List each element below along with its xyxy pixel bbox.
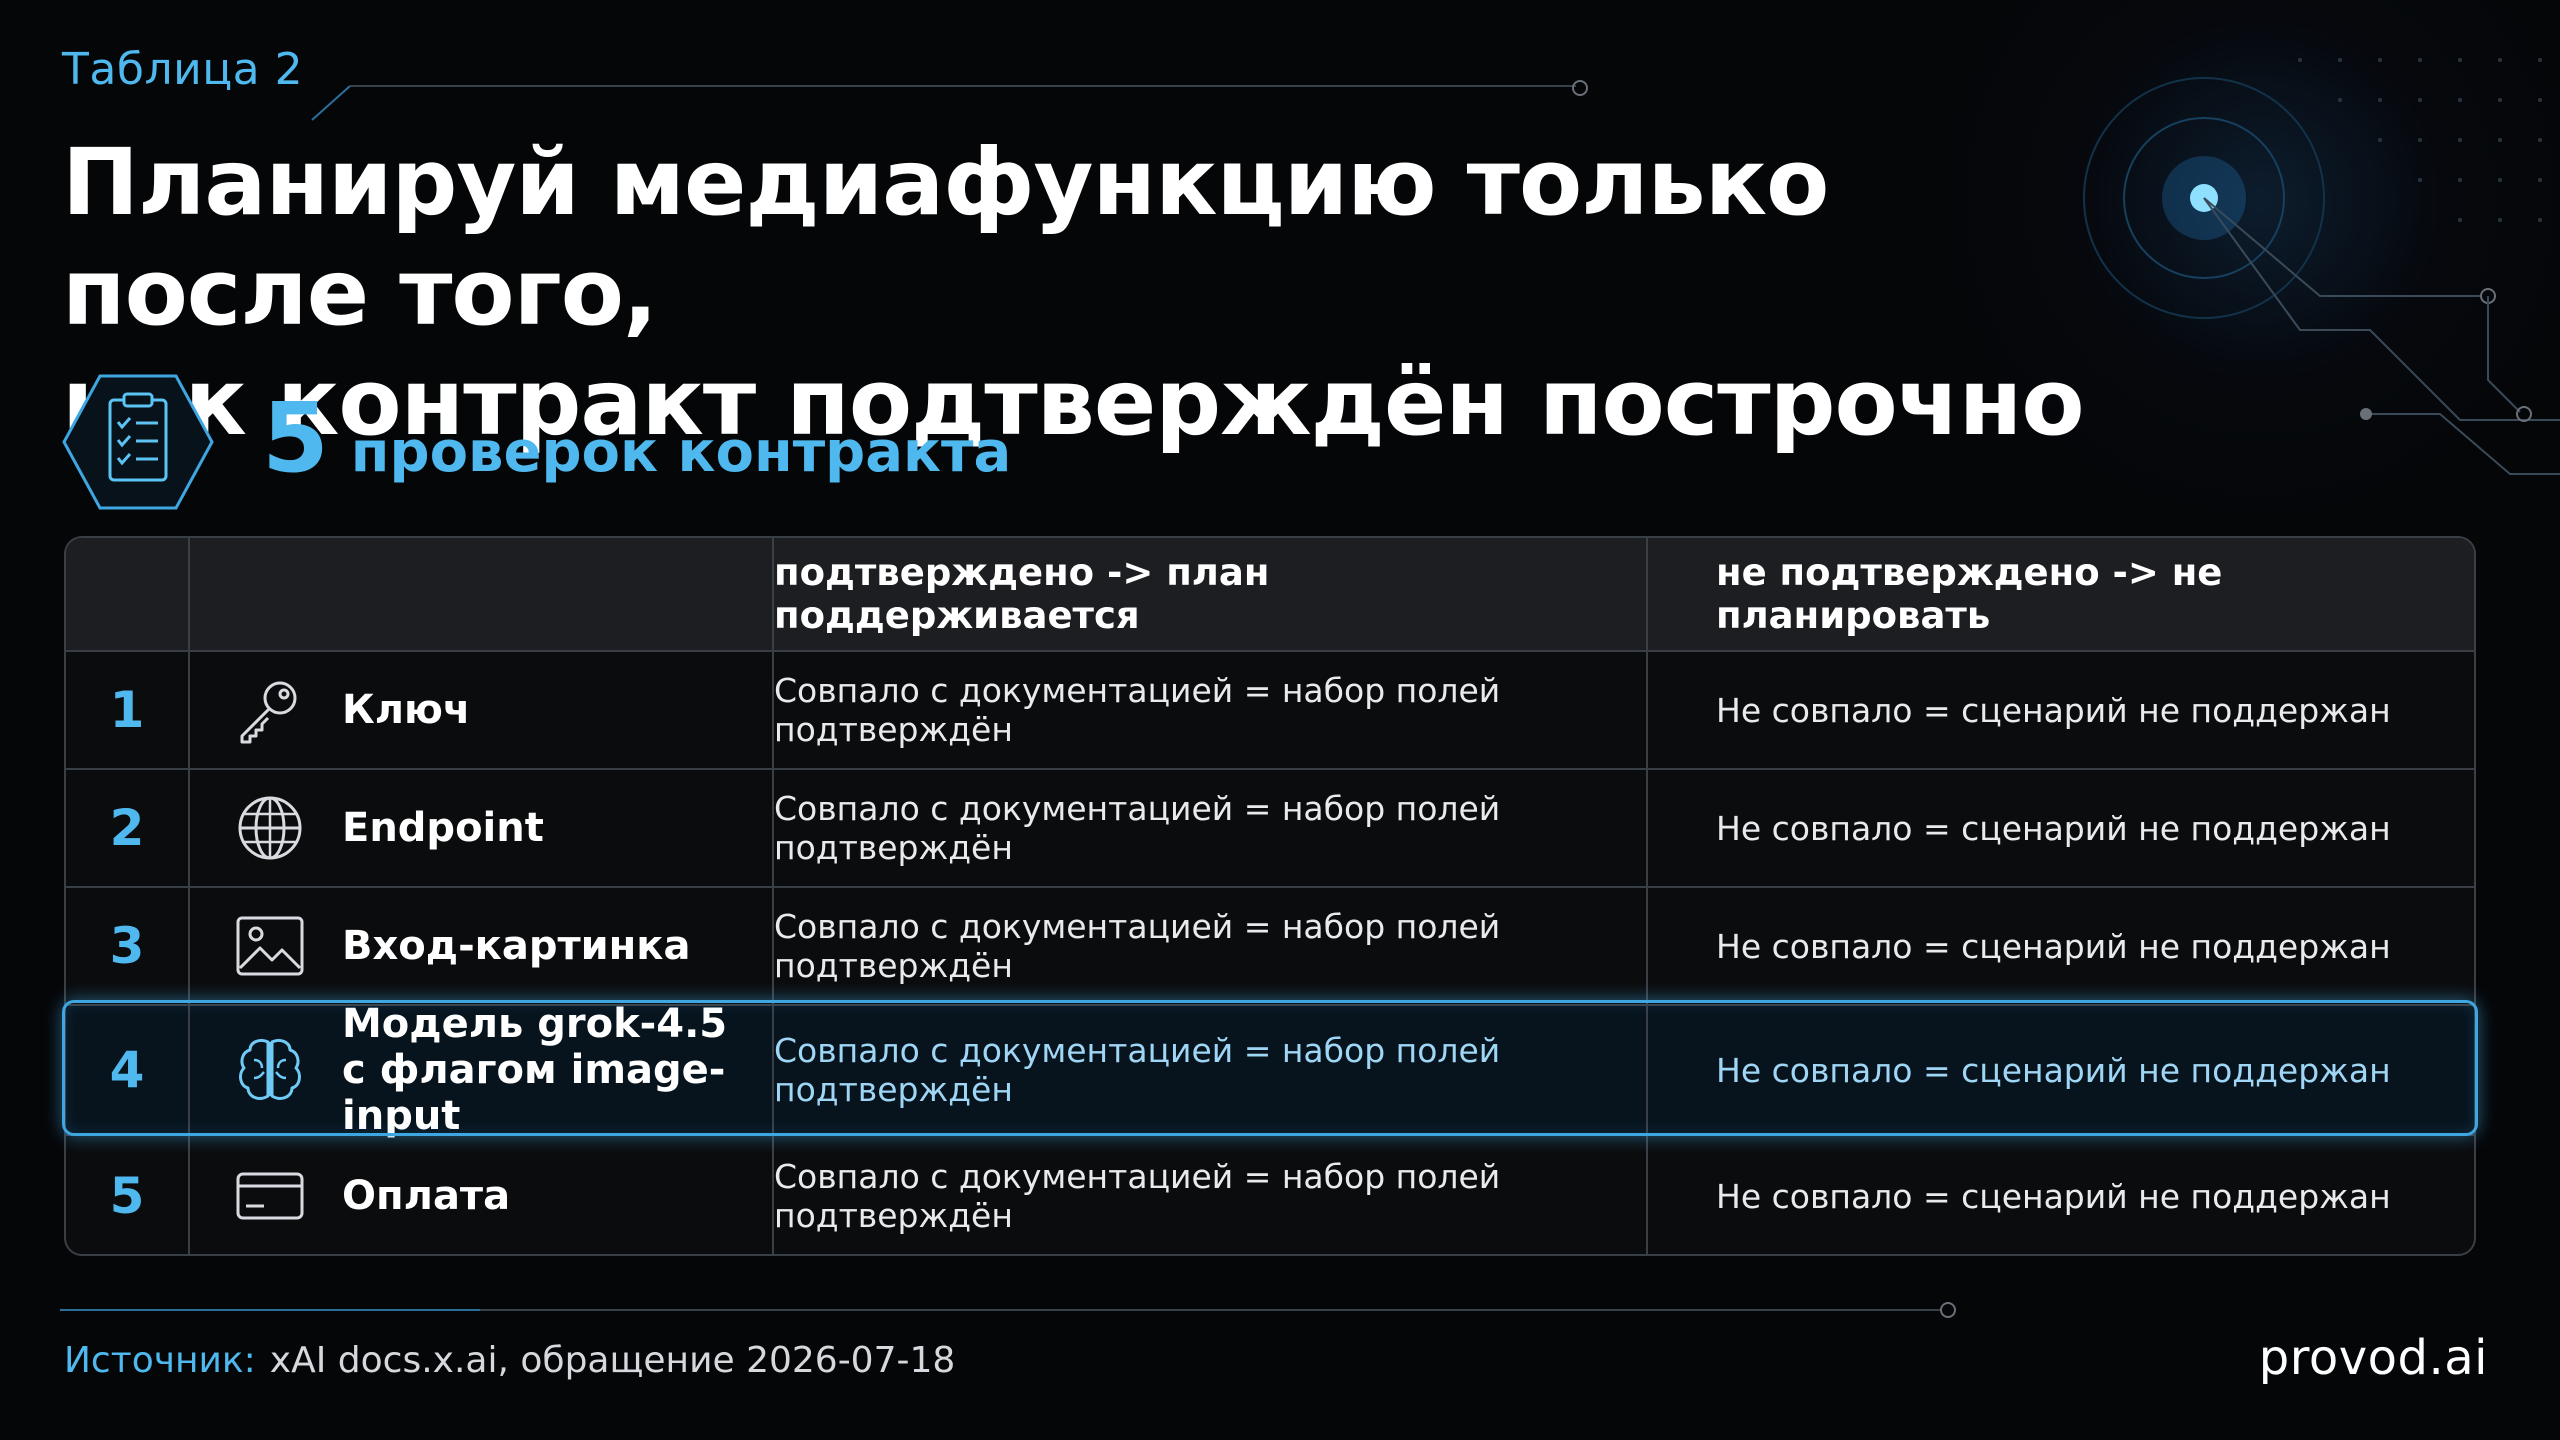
table-row-highlighted: 4 Модель grok-4.5 с флагом image-input С… [66, 1001, 2474, 1139]
header-cell-not-confirmed: не подтверждено -> не планировать [1648, 538, 2474, 650]
brand-logo: provod.ai [2258, 1330, 2488, 1386]
header-cell-confirmed: подтверждено -> план поддерживается [774, 538, 1648, 650]
key-icon [240, 681, 297, 744]
table-row: 3 Вход-картинка Совпало с документацией … [66, 886, 2474, 1004]
row-number: 1 [109, 681, 145, 739]
contract-table: подтверждено -> план поддерживается не п… [62, 536, 2478, 1256]
row-confirmed-text: Совпало с документацией = набор полей по… [774, 1031, 1501, 1109]
header-cell-num [66, 538, 190, 650]
table-label: Таблица 2 [62, 44, 304, 95]
row-number: 4 [109, 1041, 145, 1099]
table-row: 2 Endpoint Совпало с документацией = наб… [66, 768, 2474, 886]
image-icon [236, 916, 304, 976]
row-confirmed-text: Совпало с документацией = набор полей по… [774, 789, 1501, 867]
credit-card-icon [236, 1172, 304, 1220]
header-cell-item [190, 538, 774, 650]
row-label: Endpoint [342, 805, 544, 851]
checklist-icon [62, 374, 214, 510]
table-header-row: подтверждено -> план поддерживается не п… [66, 538, 2474, 650]
row-not-confirmed-text: Не совпало = сценарий не поддержан [1716, 926, 2391, 966]
row-number: 2 [109, 799, 145, 857]
brain-icon [239, 1038, 301, 1100]
header-not-confirmed-label: не подтверждено -> не планировать [1716, 551, 2223, 637]
row-not-confirmed-text: Не совпало = сценарий не поддержан [1716, 1050, 2391, 1090]
row-number: 3 [109, 917, 145, 975]
table-row: 5 Оплата Совпало с документацией = набор… [66, 1134, 2474, 1256]
count-number: 5 [262, 382, 329, 494]
row-not-confirmed-text: Не совпало = сценарий не поддержан [1716, 808, 2391, 848]
title-line-1: Планируй медиафункцию только после того, [62, 129, 1829, 346]
source-note: Источник: xAI docs.x.ai, обращение 2026-… [64, 1340, 955, 1381]
row-label: Ключ [342, 687, 471, 733]
header-confirmed-label: подтверждено -> план поддерживается [774, 551, 1270, 637]
footer-divider [60, 1302, 1956, 1318]
summary-count: 5 проверок контракта [262, 388, 1011, 488]
row-number: 5 [109, 1167, 145, 1225]
source-text: xAI docs.x.ai, обращение 2026-07-18 [269, 1340, 956, 1381]
row-not-confirmed-text: Не совпало = сценарий не поддержан [1716, 690, 2391, 730]
count-label: проверок контракта [350, 420, 1012, 485]
row-label: Оплата [342, 1173, 511, 1219]
row-not-confirmed-text: Не совпало = сценарий не поддержан [1716, 1176, 2391, 1216]
row-confirmed-text: Совпало с документацией = набор полей по… [774, 1157, 1501, 1235]
row-confirmed-text: Совпало с документацией = набор полей по… [774, 671, 1501, 749]
row-sublabel: с флагом image-input [342, 1047, 726, 1139]
row-label: Вход-картинка [342, 923, 691, 969]
source-label: Источник: [64, 1340, 256, 1381]
row-label: Модель grok-4.5 [342, 1001, 728, 1047]
globe-icon [238, 796, 302, 860]
table-row: 1 Ключ Совпало с документацией = набор п… [66, 650, 2474, 768]
row-confirmed-text: Совпало с документацией = набор полей по… [774, 907, 1501, 985]
